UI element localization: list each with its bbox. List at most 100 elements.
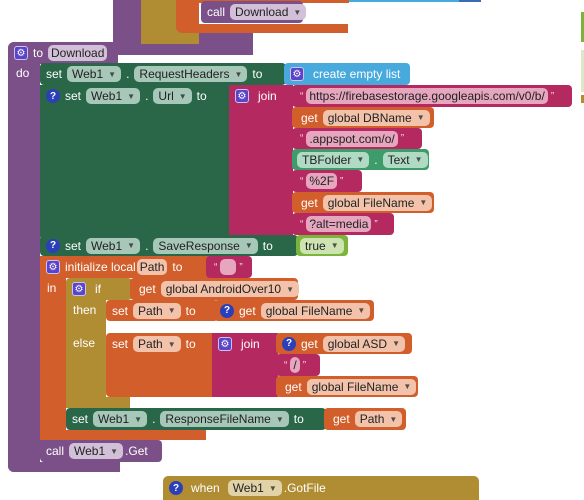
help-icon[interactable]: ? — [46, 238, 60, 253]
component-dropdown[interactable]: Web1 ▼ — [86, 88, 141, 104]
help-icon[interactable]: ? — [282, 336, 296, 351]
set-responsefilename-block[interactable]: set Web1 ▼ . ResponseFileName ▼ to — [66, 408, 326, 430]
help-icon[interactable]: ? — [169, 481, 183, 495]
procedure-name-field[interactable]: Download — [48, 45, 108, 61]
component-dropdown[interactable]: TBFolder ▼ — [297, 151, 370, 168]
dropdown-arrow-icon: ▼ — [234, 69, 243, 79]
to-keyword: to — [293, 412, 304, 426]
get-androidover10-block[interactable]: get global AndroidOver10 ▼ — [130, 278, 300, 300]
call-download-block[interactable]: call Download ▼ — [201, 1, 307, 23]
dropdown-arrow-icon: ▼ — [244, 241, 253, 250]
text-block-altmedia[interactable]: “ ?alt=media ” — [292, 213, 394, 235]
then-get-filename-block[interactable]: ? get global FileName ▼ — [214, 300, 374, 321]
procedure-dropdown[interactable]: Download ▼ — [230, 4, 307, 20]
component-dropdown[interactable]: Web1 ▼ — [67, 66, 122, 82]
text-block-url[interactable]: “ https://firebasestorage.googleapis.com… — [292, 85, 572, 107]
variable-dropdown[interactable]: global FileName ▼ — [322, 194, 433, 211]
variable-dropdown[interactable]: global FileName ▼ — [260, 302, 371, 319]
mutator-gear-icon[interactable]: ⚙ — [14, 46, 28, 60]
property-dropdown[interactable]: Text ▼ — [382, 151, 428, 168]
then-set-path-block[interactable]: set Path ▼ to — [106, 300, 218, 321]
variable-dropdown[interactable]: Path ▼ — [354, 411, 403, 427]
set-saveresponse-block[interactable]: ? set Web1 ▼ . SaveResponse ▼ to — [40, 235, 298, 256]
variable-dropdown[interactable]: Path ▼ — [133, 302, 181, 319]
component-dropdown[interactable]: Web1 ▼ — [227, 480, 282, 496]
component-name: Web1 — [74, 444, 106, 458]
previous-blue-bar — [349, 0, 459, 2]
text-value[interactable]: / — [290, 357, 300, 373]
else-set-path-header[interactable]: set Path ▼ to — [106, 333, 214, 355]
set-keyword: set — [112, 337, 129, 351]
if-keyword: if — [95, 282, 101, 296]
dropdown-arrow-icon: ▼ — [389, 414, 398, 424]
variable-dropdown[interactable]: global ASD ▼ — [322, 335, 405, 352]
get-filename-block[interactable]: get global FileName ▼ — [292, 192, 434, 213]
help-icon[interactable]: ? — [46, 89, 60, 103]
tbfolder-text-block[interactable]: TBFolder ▼ . Text ▼ — [292, 149, 429, 170]
boolean-value: true — [305, 238, 326, 253]
create-empty-list-block[interactable]: ⚙ create empty list — [284, 63, 410, 85]
property-dropdown[interactable]: RequestHeaders ▼ — [134, 66, 248, 82]
set-keyword: set — [112, 303, 129, 318]
get-asd-block[interactable]: ? get global ASD ▼ — [276, 333, 412, 354]
text-value[interactable]: %2F — [306, 173, 338, 189]
mutator-gear-icon[interactable]: ⚙ — [218, 337, 232, 351]
get-dbname-block[interactable]: get global DBName ▼ — [292, 107, 434, 128]
dropdown-arrow-icon: ▼ — [403, 382, 412, 391]
variable-dropdown[interactable]: global FileName ▼ — [306, 378, 417, 395]
property-dropdown[interactable]: ResponseFileName ▼ — [160, 411, 289, 427]
dropdown-arrow-icon: ▼ — [419, 198, 428, 207]
true-block[interactable]: true ▼ — [296, 235, 348, 256]
get-keyword: get — [285, 379, 302, 394]
call-keyword: call — [46, 444, 65, 458]
variable-dropdown[interactable]: global AndroidOver10 ▼ — [160, 281, 300, 297]
procedure-block-body[interactable] — [8, 42, 40, 472]
component-dropdown[interactable]: Web1 ▼ — [86, 237, 141, 254]
when-gotfile-event-block[interactable]: ? when Web1 ▼ .GotFile — [163, 476, 479, 500]
variable-dropdown[interactable]: Path ▼ — [133, 336, 181, 352]
variable-dropdown[interactable]: global DBName ▼ — [322, 109, 430, 126]
mutator-gear-icon[interactable]: ⚙ — [235, 89, 249, 103]
set-url-header[interactable]: ? set Web1 ▼ . Url ▼ to — [40, 85, 230, 107]
open-quote: “ — [300, 175, 304, 187]
text-value[interactable] — [220, 259, 237, 275]
mutator-gear-icon[interactable]: ⚙ — [72, 282, 86, 296]
dropdown-arrow-icon: ▼ — [293, 7, 302, 17]
property-dropdown[interactable]: Url ▼ — [153, 88, 192, 104]
help-icon[interactable]: ? — [220, 303, 234, 318]
empty-text-block[interactable]: “ ” — [206, 256, 252, 278]
local-variable-name-field[interactable]: Path — [136, 259, 168, 275]
text-value[interactable]: https://firebasestorage.googleapis.com/v… — [306, 88, 548, 104]
variable-name: global FileName — [311, 379, 399, 394]
else-join-header[interactable]: ⚙ join — [212, 333, 278, 355]
if-header[interactable]: ⚙ if — [66, 278, 132, 300]
dot-separator: . — [374, 152, 378, 167]
slash-text-block[interactable]: “ / ” — [276, 354, 320, 376]
procedure-header[interactable]: ⚙ to Download — [8, 42, 118, 64]
property-dropdown[interactable]: SaveResponse ▼ — [153, 237, 258, 254]
text-value[interactable]: ?alt=media — [306, 216, 372, 232]
mutator-gear-icon[interactable]: ⚙ — [290, 67, 304, 81]
get-path-block[interactable]: get Path ▼ — [324, 408, 406, 430]
in-label: in — [47, 281, 57, 295]
variable-name: global FileName — [327, 195, 415, 210]
text-block-2f[interactable]: “ %2F ” — [292, 170, 362, 192]
text-block-appspot[interactable]: “ .appspot.com/o/ ” — [292, 128, 422, 149]
set-requestheaders-block[interactable]: set Web1 ▼ . RequestHeaders ▼ to — [40, 63, 286, 85]
init-local-header[interactable]: ⚙ initialize local Path to — [40, 256, 216, 278]
set-url-block-body[interactable] — [40, 85, 230, 237]
mutator-gear-icon[interactable]: ⚙ — [46, 260, 60, 274]
join-block-body[interactable] — [229, 85, 293, 237]
to-keyword: to — [172, 260, 183, 274]
text-value[interactable]: .appspot.com/o/ — [306, 130, 398, 147]
component-dropdown[interactable]: Web1 ▼ — [69, 443, 124, 459]
close-quote: ” — [400, 133, 405, 144]
join-header[interactable]: ⚙ join — [229, 85, 293, 107]
boolean-dropdown[interactable]: true ▼ — [300, 237, 344, 254]
component-dropdown[interactable]: Web1 ▼ — [93, 411, 148, 427]
dot-separator: . — [145, 89, 149, 103]
else-get-filename-block[interactable]: get global FileName ▼ — [276, 376, 418, 397]
to-keyword: to — [33, 46, 44, 60]
call-web1-get-block[interactable]: call Web1 ▼ .Get — [40, 440, 162, 462]
get-keyword: get — [139, 282, 156, 296]
